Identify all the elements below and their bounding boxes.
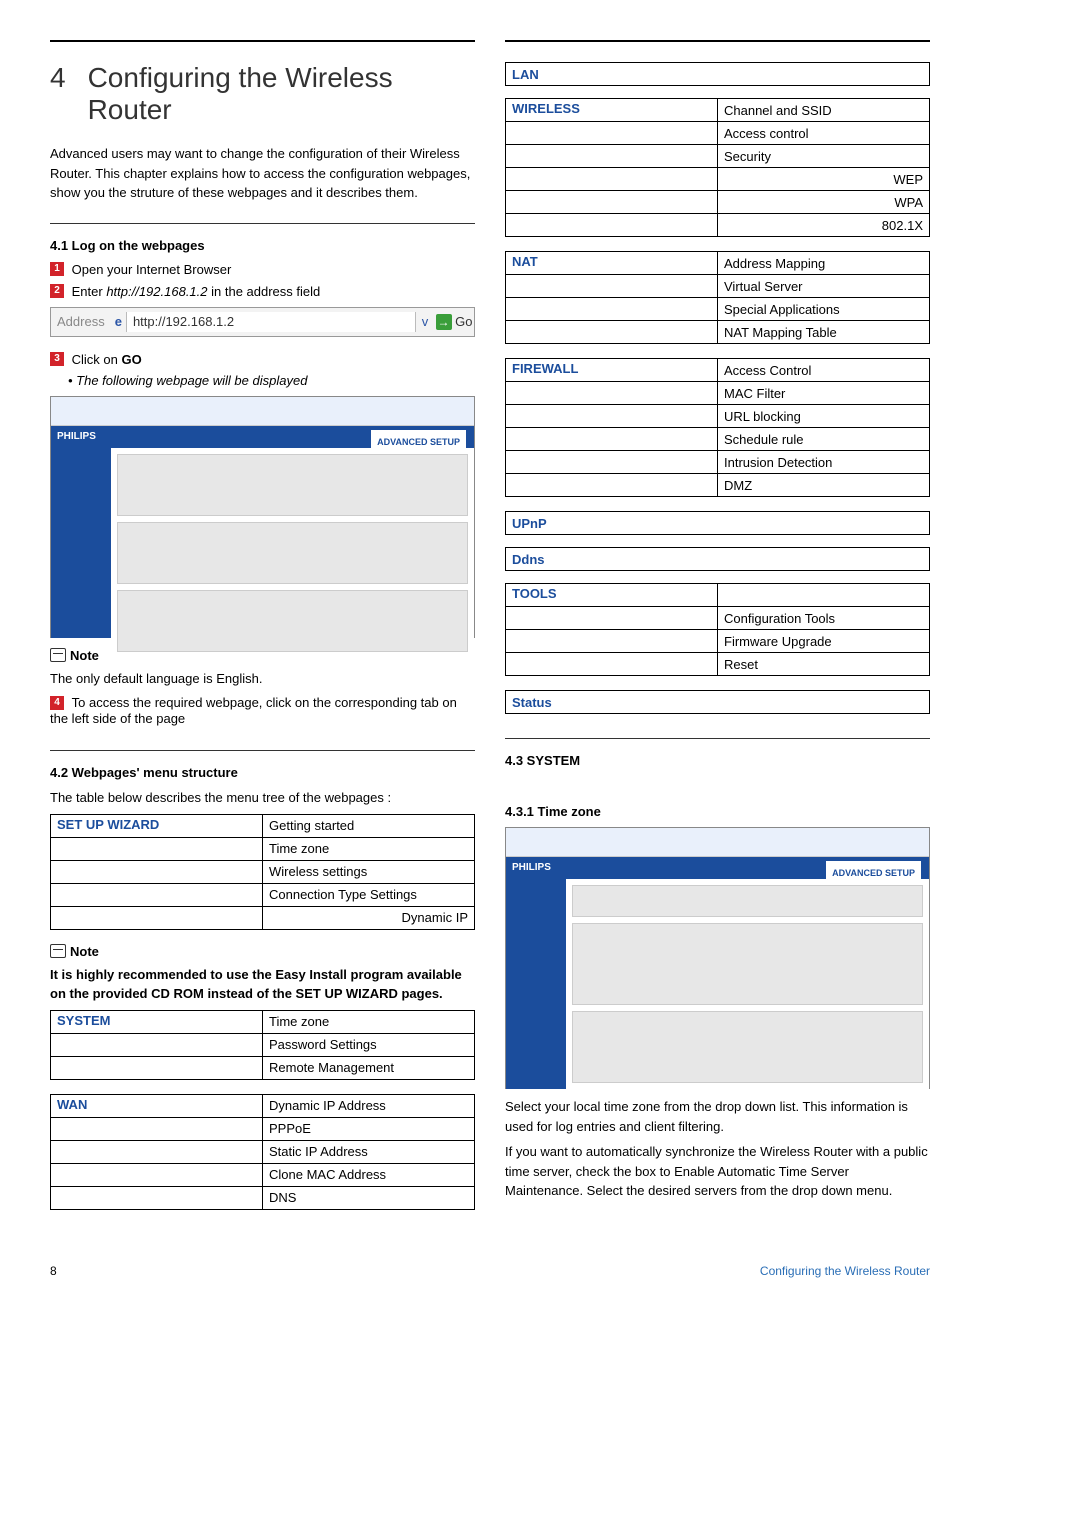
menu-tools: Tools Configuration Tools Firmware Upgra… (505, 583, 930, 676)
step-3-sub: • The following webpage will be displaye… (68, 373, 475, 388)
step-4: 4 To access the required webpage, click … (50, 694, 475, 726)
section-4-2-heading: 4.2 Webpages' menu structure (50, 765, 475, 780)
address-url[interactable]: http://192.168.1.2 (126, 312, 416, 332)
timezone-para-1: Select your local time zone from the dro… (505, 1097, 930, 1136)
footer-title: Configuring the Wireless Router (760, 1264, 930, 1278)
note-label: Note (70, 944, 99, 959)
ie-icon: e (111, 314, 126, 329)
address-bar: Address e http://192.168.1.2 v → Go (50, 307, 475, 337)
chapter-title-text: Configuring the Wireless Router (88, 62, 475, 126)
step-3: 3 Click on GO (50, 351, 475, 367)
status-page-screenshot: PHILIPSADVANCED SETUP (50, 396, 475, 638)
timezone-page-screenshot: PHILIPSADVANCED SETUP (505, 827, 930, 1089)
note-icon (50, 648, 66, 662)
step-1: 1 Open your Internet Browser (50, 261, 475, 277)
intro-paragraph: Advanced users may want to change the co… (50, 144, 475, 203)
note-icon (50, 944, 66, 958)
step-badge: 3 (50, 352, 64, 366)
menu-lan: LAN (505, 62, 930, 86)
section-4-2-lead: The table below describes the menu tree … (50, 788, 475, 808)
step-badge: 1 (50, 262, 64, 276)
step-badge: 2 (50, 284, 64, 298)
step-2: 2 Enter http://192.168.1.2 in the addres… (50, 283, 475, 299)
menu-firewall: FirewallAccess Control MAC Filter URL bl… (505, 358, 930, 497)
menu-ddns: Ddns (505, 547, 930, 571)
menu-setup-wizard: Set Up WizardGetting started Time zone W… (50, 814, 475, 930)
chapter-number: 4 (50, 62, 66, 126)
chapter-title: 4 Configuring the Wireless Router (50, 62, 475, 126)
note-label: Note (70, 648, 99, 663)
menu-wireless: WirelessChannel and SSID Access control … (505, 98, 930, 237)
note-line: Note (50, 944, 475, 959)
menu-system: SystemTime zone Password Settings Remote… (50, 1010, 475, 1080)
section-4-3-1-heading: 4.3.1 Time zone (505, 804, 930, 819)
menu-status: Status (505, 690, 930, 714)
address-label: Address (51, 314, 111, 329)
dropdown-icon[interactable]: v (416, 314, 434, 329)
menu-wan: WANDynamic IP Address PPPoE Static IP Ad… (50, 1094, 475, 1210)
go-button[interactable]: → Go (434, 314, 474, 330)
section-4-1-heading: 4.1 Log on the webpages (50, 238, 475, 253)
page-number: 8 (50, 1264, 57, 1278)
step-badge: 4 (50, 696, 64, 710)
note-text: The only default language is English. (50, 669, 475, 689)
note-text-bold: It is highly recommended to use the Easy… (50, 965, 475, 1004)
go-arrow-icon: → (436, 314, 452, 330)
section-4-3-heading: 4.3 SYSTEM (505, 753, 930, 768)
timezone-para-2: If you want to automatically synchronize… (505, 1142, 930, 1201)
menu-nat: NATAddress Mapping Virtual Server Specia… (505, 251, 930, 344)
page-footer: 8 Configuring the Wireless Router (50, 1264, 930, 1278)
menu-upnp: UPnP (505, 511, 930, 535)
